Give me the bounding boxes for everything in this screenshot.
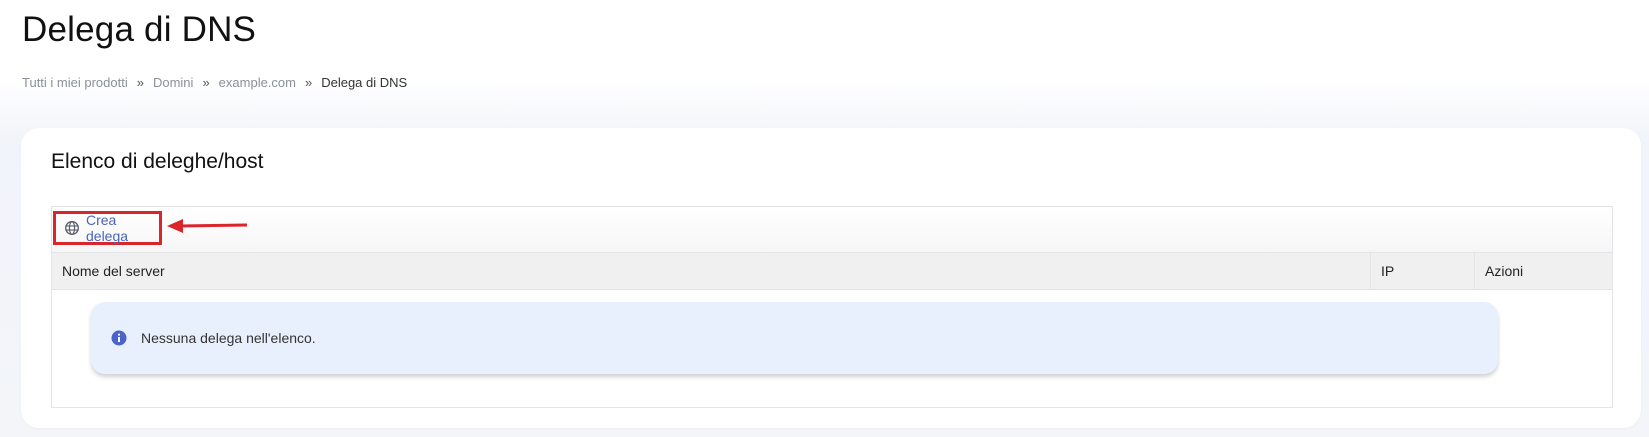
breadcrumb-separator: » [304,75,313,90]
annotation-arrow-icon [167,219,249,238]
globe-icon [64,220,80,236]
breadcrumb-link-domain[interactable]: example.com [219,75,296,90]
breadcrumb-link-products[interactable]: Tutti i miei prodotti [22,75,128,90]
card-title: Elenco di deleghe/host [51,150,264,173]
table-header: Nome del server IP Azioni [52,253,1612,290]
create-delegation-button[interactable]: Crea delega [53,211,162,245]
column-header-server-name: Nome del server [62,263,165,279]
breadcrumb-separator: » [136,75,144,90]
column-header-ip: IP [1370,253,1474,289]
create-delegation-label: Crea delega [86,212,129,244]
breadcrumb-link-domains[interactable]: Domini [153,75,193,90]
breadcrumb-current: Delega di DNS [321,75,408,90]
empty-state-alert: Nessuna delega nell'elenco. [91,302,1498,374]
breadcrumb: Tutti i miei prodotti » Domini » example… [22,75,407,90]
table-toolbar: Crea delega [52,207,1612,253]
page-title: Delega di DNS [22,10,257,49]
delegations-card: Elenco di deleghe/host Crea delega Nome … [21,128,1641,428]
breadcrumb-separator: » [202,75,210,90]
info-icon [111,330,127,346]
column-header-actions: Azioni [1474,253,1612,289]
empty-state-message: Nessuna delega nell'elenco. [141,330,316,346]
delegations-table: Crea delega Nome del server IP Azioni Ne… [51,206,1613,408]
